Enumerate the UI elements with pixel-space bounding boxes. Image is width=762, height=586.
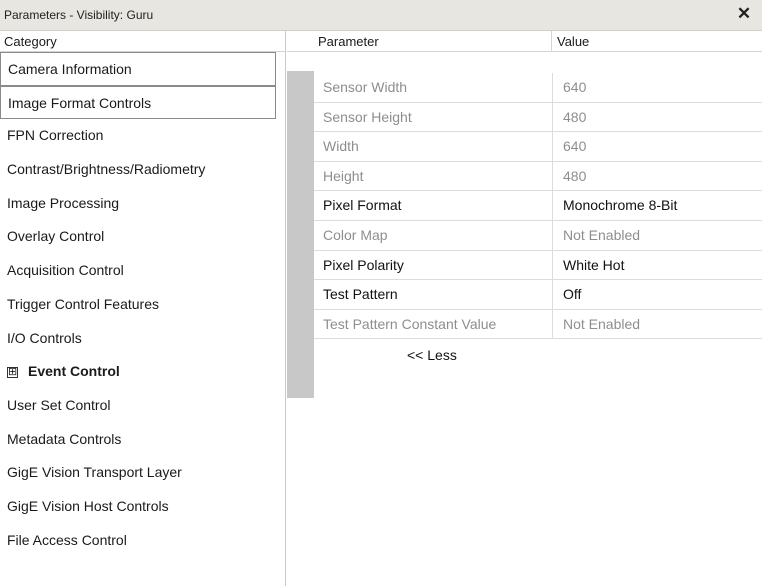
category-item-overlay-control[interactable]: Overlay Control bbox=[0, 220, 285, 254]
cell-divider bbox=[552, 102, 553, 132]
category-item-label: Trigger Control Features bbox=[7, 295, 159, 312]
cell-divider bbox=[552, 250, 553, 280]
category-item-event-control[interactable]: ⊞ Event Control bbox=[0, 355, 285, 389]
category-item-user-set-control[interactable]: User Set Control bbox=[0, 389, 285, 423]
category-item-label: I/O Controls bbox=[7, 329, 82, 346]
category-item-image-format-controls[interactable]: Image Format Controls bbox=[0, 85, 276, 120]
category-item-label: Camera Information bbox=[8, 61, 132, 77]
category-item-io-controls[interactable]: I/O Controls bbox=[0, 322, 285, 356]
cell-divider bbox=[552, 309, 553, 339]
category-item-label: FPN Correction bbox=[7, 127, 104, 144]
close-icon[interactable]: ✕ bbox=[734, 4, 754, 24]
row-gutter bbox=[287, 71, 314, 398]
parameter-name: Height bbox=[323, 167, 364, 184]
parameter-value[interactable]: Monochrome 8-Bit bbox=[563, 197, 677, 213]
category-item-label: Contrast/Brightness/Radiometry bbox=[7, 161, 206, 178]
parameter-value: Not Enabled bbox=[563, 315, 641, 332]
parameter-value[interactable]: White Hot bbox=[563, 257, 624, 273]
parameter-rows: Sensor Width 640 Sensor Height 480 Width 640 H… bbox=[314, 73, 762, 340]
category-item-label: User Set Control bbox=[7, 396, 111, 413]
less-link[interactable]: << Less bbox=[407, 347, 457, 363]
category-item-label: File Access Control bbox=[7, 531, 127, 548]
parameter-value: 480 bbox=[563, 167, 587, 184]
parameter-value: Not Enabled bbox=[563, 226, 641, 243]
category-item-gige-vision-transport-layer[interactable]: GigE Vision Transport Layer bbox=[0, 456, 285, 490]
parameter-row[interactable]: Test Pattern Off bbox=[314, 280, 762, 310]
parameter-column-header[interactable]: Parameter bbox=[318, 34, 379, 49]
parameter-table-header: Parameter Value bbox=[287, 31, 762, 52]
value-column-header[interactable]: Value bbox=[557, 34, 589, 49]
category-item-label: Metadata Controls bbox=[7, 430, 122, 447]
category-item-label: Overlay Control bbox=[7, 228, 105, 245]
category-item-fpn-correction[interactable]: FPN Correction bbox=[0, 119, 285, 153]
title-bar: Parameters - Visibility: Guru ✕ bbox=[0, 0, 762, 31]
category-pane: Category Camera Information Image Format… bbox=[0, 31, 286, 586]
parameter-value[interactable]: Off bbox=[563, 286, 581, 302]
category-item-label: Image Processing bbox=[7, 194, 120, 211]
parameter-row[interactable]: Color Map Not Enabled bbox=[314, 220, 762, 251]
cell-divider bbox=[552, 220, 553, 250]
parameter-value: 480 bbox=[563, 108, 587, 125]
parameter-name: Sensor Height bbox=[323, 108, 412, 125]
parameter-name: Color Map bbox=[323, 226, 388, 243]
category-item-image-processing[interactable]: Image Processing bbox=[0, 187, 285, 221]
category-item-label: Acquisition Control bbox=[7, 262, 124, 279]
category-item-camera-information[interactable]: Camera Information bbox=[0, 52, 276, 86]
category-item-label: GigE Vision Transport Layer bbox=[7, 464, 182, 481]
parameter-pane: Parameter Value Sensor Width 640 Sensor He… bbox=[287, 31, 762, 586]
window-title: Parameters - Visibility: Guru bbox=[4, 8, 154, 22]
category-item-trigger-control-features[interactable]: Trigger Control Features bbox=[0, 288, 285, 322]
parameter-row[interactable]: Pixel Format Monochrome 8-Bit bbox=[314, 191, 762, 221]
parameter-value: 640 bbox=[563, 79, 587, 95]
parameter-row[interactable]: Height 480 bbox=[314, 161, 762, 192]
category-header: Category bbox=[0, 31, 285, 52]
parameters-window: Parameters - Visibility: Guru ✕ Category… bbox=[0, 0, 762, 586]
expand-plus-icon[interactable]: ⊞ bbox=[7, 367, 18, 379]
parameter-row[interactable]: Sensor Height 480 bbox=[314, 102, 762, 133]
parameter-row[interactable]: Pixel Polarity White Hot bbox=[314, 250, 762, 281]
parameter-name: Pixel Polarity bbox=[323, 256, 404, 273]
parameter-name: Test Pattern Constant Value bbox=[323, 315, 497, 332]
category-item-label: Image Format Controls bbox=[8, 94, 152, 111]
category-list: Camera Information Image Format Controls… bbox=[0, 52, 285, 557]
category-item-gige-vision-host-controls[interactable]: GigE Vision Host Controls bbox=[0, 490, 285, 524]
parameter-name: Pixel Format bbox=[323, 197, 402, 214]
category-item-file-access-control[interactable]: File Access Control bbox=[0, 524, 285, 558]
parameter-value: 640 bbox=[563, 138, 587, 155]
parameter-row[interactable]: Test Pattern Constant Value Not Enabled bbox=[314, 309, 762, 340]
category-item-label: Event Control bbox=[28, 363, 120, 380]
parameter-name: Test Pattern bbox=[323, 286, 398, 303]
category-item-label: GigE Vision Host Controls bbox=[7, 497, 169, 514]
cell-divider bbox=[552, 161, 553, 191]
parameter-row[interactable]: Sensor Width 640 bbox=[314, 73, 762, 103]
parameter-name: Width bbox=[323, 138, 359, 155]
category-item-contrast-brightness-radiometry[interactable]: Contrast/Brightness/Radiometry bbox=[0, 153, 285, 187]
column-divider[interactable] bbox=[551, 31, 552, 52]
cell-divider bbox=[552, 73, 553, 102]
cell-divider bbox=[552, 280, 553, 309]
category-item-acquisition-control[interactable]: Acquisition Control bbox=[0, 254, 285, 288]
cell-divider bbox=[552, 132, 553, 161]
parameter-row[interactable]: Width 640 bbox=[314, 132, 762, 162]
cell-divider bbox=[552, 191, 553, 220]
category-item-metadata-controls[interactable]: Metadata Controls bbox=[0, 423, 285, 457]
parameter-name: Sensor Width bbox=[323, 79, 408, 95]
